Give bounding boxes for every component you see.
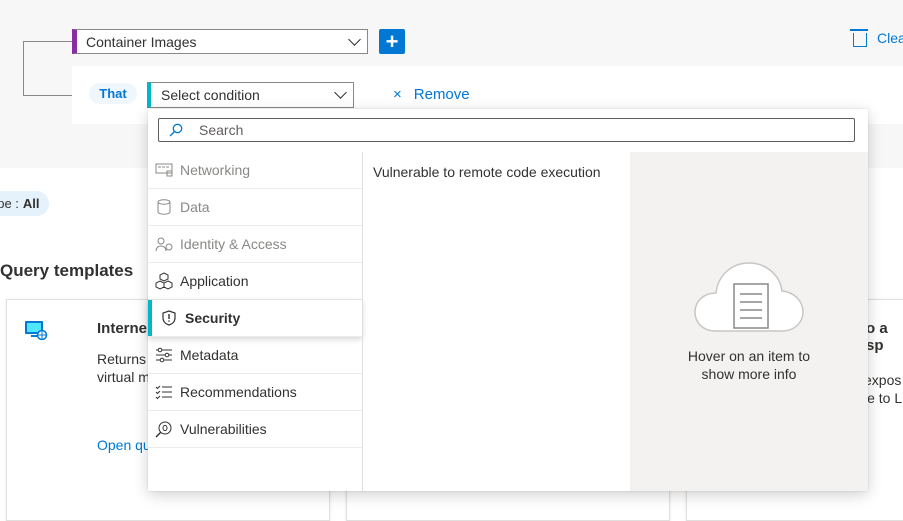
category-identity-access[interactable]: Identity & Access <box>148 226 362 263</box>
scope-label: ope : <box>0 196 19 211</box>
identity-icon <box>154 234 174 254</box>
search-box[interactable] <box>158 118 855 142</box>
template-card-title: Interne <box>97 320 148 337</box>
scope-filter-pill[interactable]: ope : All <box>0 191 49 216</box>
category-vulnerabilities[interactable]: Vulnerabilities <box>148 411 362 448</box>
category-metadata[interactable]: Metadata <box>148 337 362 374</box>
category-data[interactable]: Data <box>148 189 362 226</box>
chevron-down-icon <box>348 32 361 46</box>
category-label: Metadata <box>180 347 239 363</box>
search-input[interactable] <box>197 121 801 139</box>
condition-placeholder: Select condition <box>161 87 260 103</box>
category-list: Networking Data Identity & Access Applic… <box>148 152 362 448</box>
remove-label: Remove <box>413 86 470 103</box>
clear-button[interactable]: Clea <box>850 29 903 47</box>
shield-icon <box>159 308 179 328</box>
clear-label: Clea <box>877 30 903 46</box>
hover-hint-line: Hover on an item to <box>687 348 811 364</box>
desc-line: Returns <box>97 351 147 367</box>
category-label: Vulnerabilities <box>180 421 267 437</box>
info-pane: Hover on an item to show more info <box>630 152 868 491</box>
desc-line: virtual m <box>97 369 150 385</box>
column-divider <box>362 152 363 491</box>
option-item[interactable]: Vulnerable to remote code execution <box>373 164 601 180</box>
hover-hint: Hover on an item to show more info <box>630 347 868 383</box>
plus-icon: + <box>385 28 399 54</box>
search-icon <box>169 123 183 137</box>
category-label: Data <box>180 199 210 215</box>
hover-hint-line: show more info <box>701 366 797 382</box>
that-badge: That <box>89 83 137 104</box>
category-label: Networking <box>180 162 251 178</box>
cloud-document-icon <box>694 262 804 332</box>
add-condition-button[interactable]: + <box>379 29 405 54</box>
category-networking[interactable]: Networking <box>148 152 362 189</box>
category-label: Security <box>185 310 241 326</box>
entity-type-value: Container Images <box>86 33 197 50</box>
query-templates-heading: Query templates <box>0 261 134 280</box>
condition-options: Vulnerable to remote code execution <box>373 164 601 180</box>
scope-value: All <box>22 196 40 211</box>
monitor-globe-icon <box>25 321 48 340</box>
sliders-icon <box>154 345 174 365</box>
close-icon: × <box>393 86 402 103</box>
cubes-icon <box>154 271 174 291</box>
network-icon <box>154 160 174 180</box>
entity-type-dropdown[interactable]: Container Images <box>72 29 368 54</box>
category-application[interactable]: Application <box>148 263 362 300</box>
desc-line: le to L <box>864 390 903 406</box>
checklist-icon <box>154 382 174 402</box>
bug-search-icon <box>154 419 174 439</box>
desc-line: expos <box>864 372 902 388</box>
category-recommendations[interactable]: Recommendations <box>148 374 362 411</box>
category-security[interactable]: Security <box>148 300 362 337</box>
template-card-desc: expos le to L <box>864 371 902 407</box>
category-label: Identity & Access <box>180 236 287 252</box>
condition-dropdown-menu: Networking Data Identity & Access Applic… <box>148 109 868 491</box>
chevron-down-icon <box>334 86 347 99</box>
template-card-desc: Returns virtual m <box>97 350 150 386</box>
category-label: Application <box>180 273 249 289</box>
category-label: Recommendations <box>180 384 297 400</box>
tree-connector <box>23 41 74 96</box>
template-card-title: o a sp <box>866 320 888 354</box>
condition-dropdown[interactable]: Select condition <box>147 82 354 108</box>
remove-button[interactable]: × Remove <box>393 86 470 103</box>
database-icon <box>154 197 174 217</box>
open-query-link[interactable]: Open qu <box>97 437 151 453</box>
trash-icon <box>850 29 868 47</box>
